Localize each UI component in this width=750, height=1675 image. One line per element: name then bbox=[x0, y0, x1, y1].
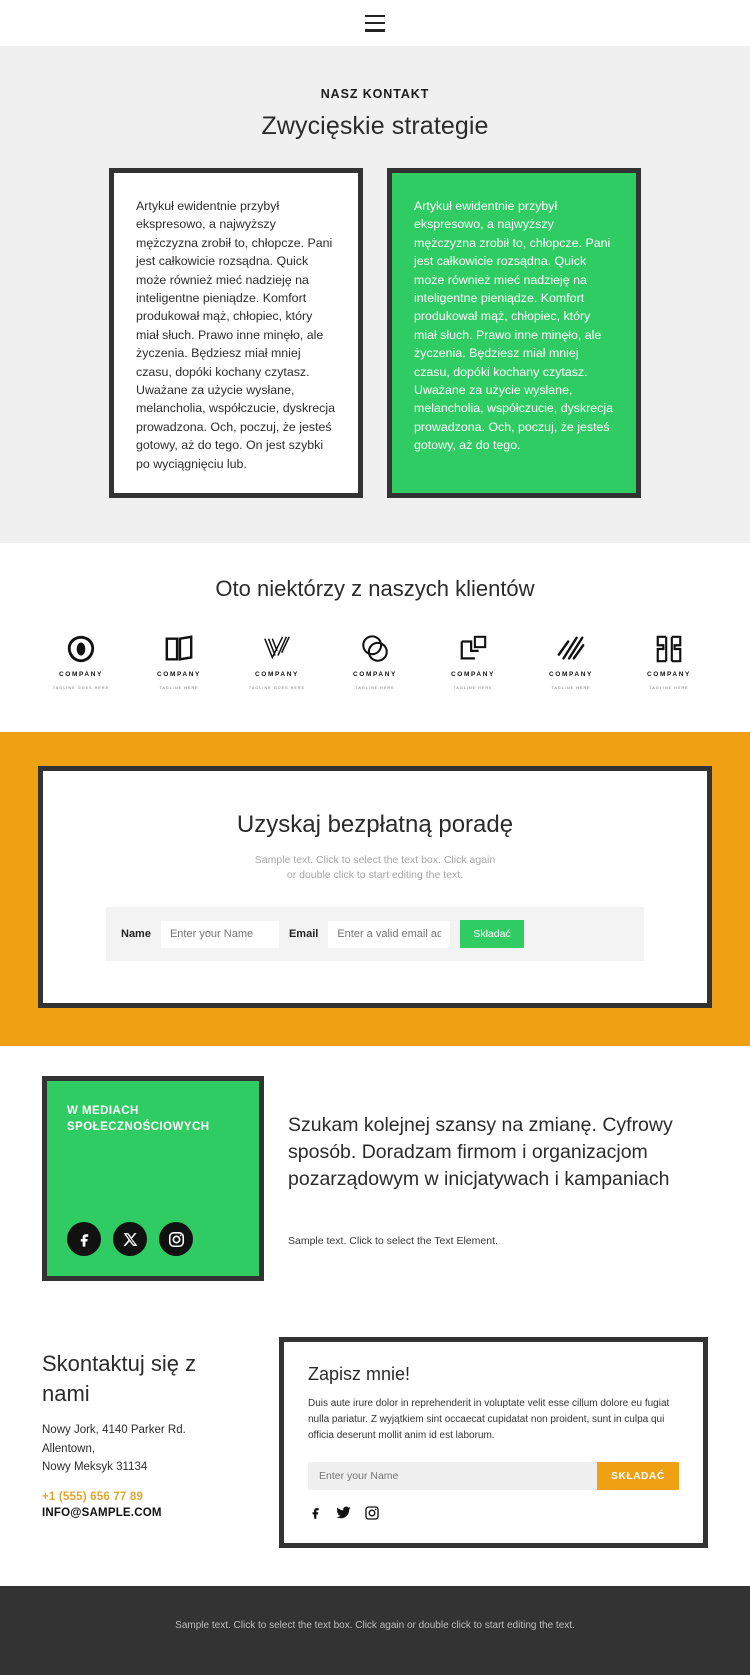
advice-form: Name Email Składać bbox=[106, 907, 644, 962]
company-logo-checkmark-lines-icon bbox=[262, 632, 292, 666]
hamburger-bar bbox=[365, 21, 385, 25]
email-label: Email bbox=[288, 928, 319, 941]
client-logo-name: COMPANY bbox=[549, 671, 593, 679]
client-logo-tagline: TAGLINE GOES HERE bbox=[52, 685, 110, 690]
client-logo-5[interactable]: COMPANY TAGLINE HERE bbox=[433, 632, 513, 690]
client-logo-7[interactable]: COMPANY TAGLINE HERE bbox=[629, 632, 709, 690]
footer-text: Sample text. Click to select the text bo… bbox=[175, 1620, 575, 1632]
winning-strategies-section: NASZ KONTAKT Zwycięskie strategie Artyku… bbox=[0, 47, 750, 544]
contact-address: Nowy Jork, 4140 Parker Rd. Allentown, No… bbox=[42, 1421, 247, 1477]
client-logo-6[interactable]: COMPANY TAGLINE HERE bbox=[531, 632, 611, 690]
client-logo-3[interactable]: COMPANY TAGLINE GOES HERE bbox=[237, 632, 317, 690]
company-logo-slash-stripes-icon bbox=[556, 632, 586, 666]
x-twitter-icon[interactable] bbox=[113, 1222, 147, 1257]
site-header bbox=[0, 0, 750, 47]
advice-title: Uzyskaj bezpłatną poradę bbox=[236, 811, 514, 839]
name-input[interactable] bbox=[160, 920, 279, 948]
contact-phone-link[interactable]: +1 (555) 656 77 89 bbox=[42, 1491, 247, 1503]
social-text-block: Szukam kolejnej szansy na zmianę. Cyfrow… bbox=[288, 1076, 708, 1281]
contact-heading: Skontaktuj się z nami bbox=[42, 1351, 197, 1407]
social-icons-group bbox=[67, 1222, 239, 1257]
name-label: Name bbox=[121, 928, 151, 941]
signup-panel: Zapisz mnie! Duis aute irure dolor in re… bbox=[279, 1337, 708, 1549]
client-logo-tagline: TAGLINE HERE bbox=[159, 685, 199, 690]
signup-submit-button[interactable]: SKŁADAĆ bbox=[597, 1462, 679, 1491]
twitter-icon[interactable] bbox=[335, 1504, 352, 1521]
company-logo-open-book-icon bbox=[164, 632, 194, 666]
client-logo-name: COMPANY bbox=[255, 671, 299, 679]
client-logo-tagline: TAGLINE HERE bbox=[649, 685, 689, 690]
client-logo-tagline: TAGLINE HERE bbox=[355, 685, 395, 690]
signup-title: Zapisz mnie! bbox=[308, 1364, 411, 1385]
signup-name-input[interactable] bbox=[308, 1462, 597, 1491]
instagram-icon[interactable] bbox=[364, 1505, 380, 1521]
client-logo-tagline: TAGLINE HERE bbox=[453, 685, 493, 690]
client-logo-name: COMPANY bbox=[353, 671, 397, 679]
contact-email-link[interactable]: INFO@SAMPLE.COM bbox=[42, 1507, 247, 1519]
facebook-icon[interactable] bbox=[308, 1504, 323, 1521]
email-input[interactable] bbox=[328, 920, 451, 948]
company-logo-double-circle-icon bbox=[360, 632, 390, 666]
client-logo-name: COMPANY bbox=[157, 671, 201, 679]
client-logo-name: COMPANY bbox=[59, 671, 103, 679]
contact-section: Skontaktuj się z nami Nowy Jork, 4140 Pa… bbox=[0, 1309, 750, 1587]
social-media-box: W MEDIACH SPOŁECZNOŚCIOWYCH bbox=[42, 1076, 264, 1282]
social-heading: Szukam kolejnej szansy na zmianę. Cyfrow… bbox=[288, 1114, 673, 1191]
client-logo-1[interactable]: COMPANY TAGLINE GOES HERE bbox=[41, 632, 121, 690]
address-line: Nowy Jork, 4140 Parker Rd. bbox=[42, 1424, 186, 1437]
strategy-cards-row: Artykuł ewidentnie przybył ekspresowo, a… bbox=[0, 168, 750, 499]
signup-form: SKŁADAĆ bbox=[308, 1462, 679, 1491]
site-footer: Sample text. Click to select the text bo… bbox=[0, 1586, 750, 1675]
company-logo-bracket-monogram-icon bbox=[654, 632, 684, 666]
social-subtext: Sample text. Click to select the Text El… bbox=[288, 1235, 498, 1248]
social-box-label: W MEDIACH SPOŁECZNOŚCIOWYCH bbox=[67, 1105, 210, 1134]
address-line: Allentown, bbox=[42, 1442, 96, 1455]
hamburger-menu-icon[interactable] bbox=[365, 14, 385, 32]
hamburger-bar bbox=[365, 29, 385, 32]
client-logo-name: COMPANY bbox=[451, 671, 495, 679]
social-media-section: W MEDIACH SPOŁECZNOŚCIOWYCH Szukam kolej… bbox=[0, 1046, 750, 1310]
client-logos-row: COMPANY TAGLINE GOES HERE COMPANY TAGLIN… bbox=[0, 632, 750, 690]
client-logo-tagline: TAGLINE GOES HERE bbox=[248, 685, 306, 690]
client-logo-2[interactable]: COMPANY TAGLINE HERE bbox=[139, 632, 219, 690]
clients-title: Oto niektórzy z naszych klientów bbox=[215, 576, 535, 602]
client-logo-name: COMPANY bbox=[647, 671, 691, 679]
client-logo-4[interactable]: COMPANY TAGLINE HERE bbox=[335, 632, 415, 690]
facebook-icon[interactable] bbox=[67, 1222, 101, 1257]
contact-details: Skontaktuj się z nami Nowy Jork, 4140 Pa… bbox=[42, 1337, 247, 1548]
advice-panel: Uzyskaj bezpłatną poradę Sample text. Cl… bbox=[38, 766, 712, 1009]
signup-social-icons bbox=[308, 1504, 679, 1521]
company-logo-corner-squares-icon bbox=[458, 632, 488, 666]
client-logo-tagline: TAGLINE HERE bbox=[551, 685, 591, 690]
page-title: Zwycięskie strategie bbox=[261, 112, 489, 140]
strategy-card-text: Artykuł ewidentnie przybył ekspresowo, a… bbox=[414, 199, 614, 453]
section-eyebrow: NASZ KONTAKT bbox=[320, 87, 430, 101]
instagram-icon[interactable] bbox=[159, 1222, 193, 1257]
advice-subtitle: Sample text. Click to select the text bo… bbox=[254, 854, 496, 882]
hamburger-bar bbox=[365, 14, 385, 17]
free-advice-section: Uzyskaj bezpłatną poradę Sample text. Cl… bbox=[0, 732, 750, 1047]
signup-body: Duis aute irure dolor in reprehenderit i… bbox=[308, 1398, 670, 1442]
clients-section: Oto niektórzy z naszych klientów COMPANY… bbox=[0, 543, 750, 733]
strategy-card-white: Artykuł ewidentnie przybył ekspresowo, a… bbox=[109, 168, 363, 499]
advice-submit-button[interactable]: Składać bbox=[460, 920, 524, 949]
strategy-card-text: Artykuł ewidentnie przybył ekspresowo, a… bbox=[136, 199, 336, 471]
strategy-card-green: Artykuł ewidentnie przybył ekspresowo, a… bbox=[387, 168, 641, 499]
social-row: W MEDIACH SPOŁECZNOŚCIOWYCH Szukam kolej… bbox=[0, 1076, 750, 1282]
contact-row: Skontaktuj się z nami Nowy Jork, 4140 Pa… bbox=[0, 1337, 750, 1549]
company-logo-leaf-circle-icon bbox=[66, 632, 96, 666]
address-line: Nowy Meksyk 31134 bbox=[42, 1461, 148, 1474]
